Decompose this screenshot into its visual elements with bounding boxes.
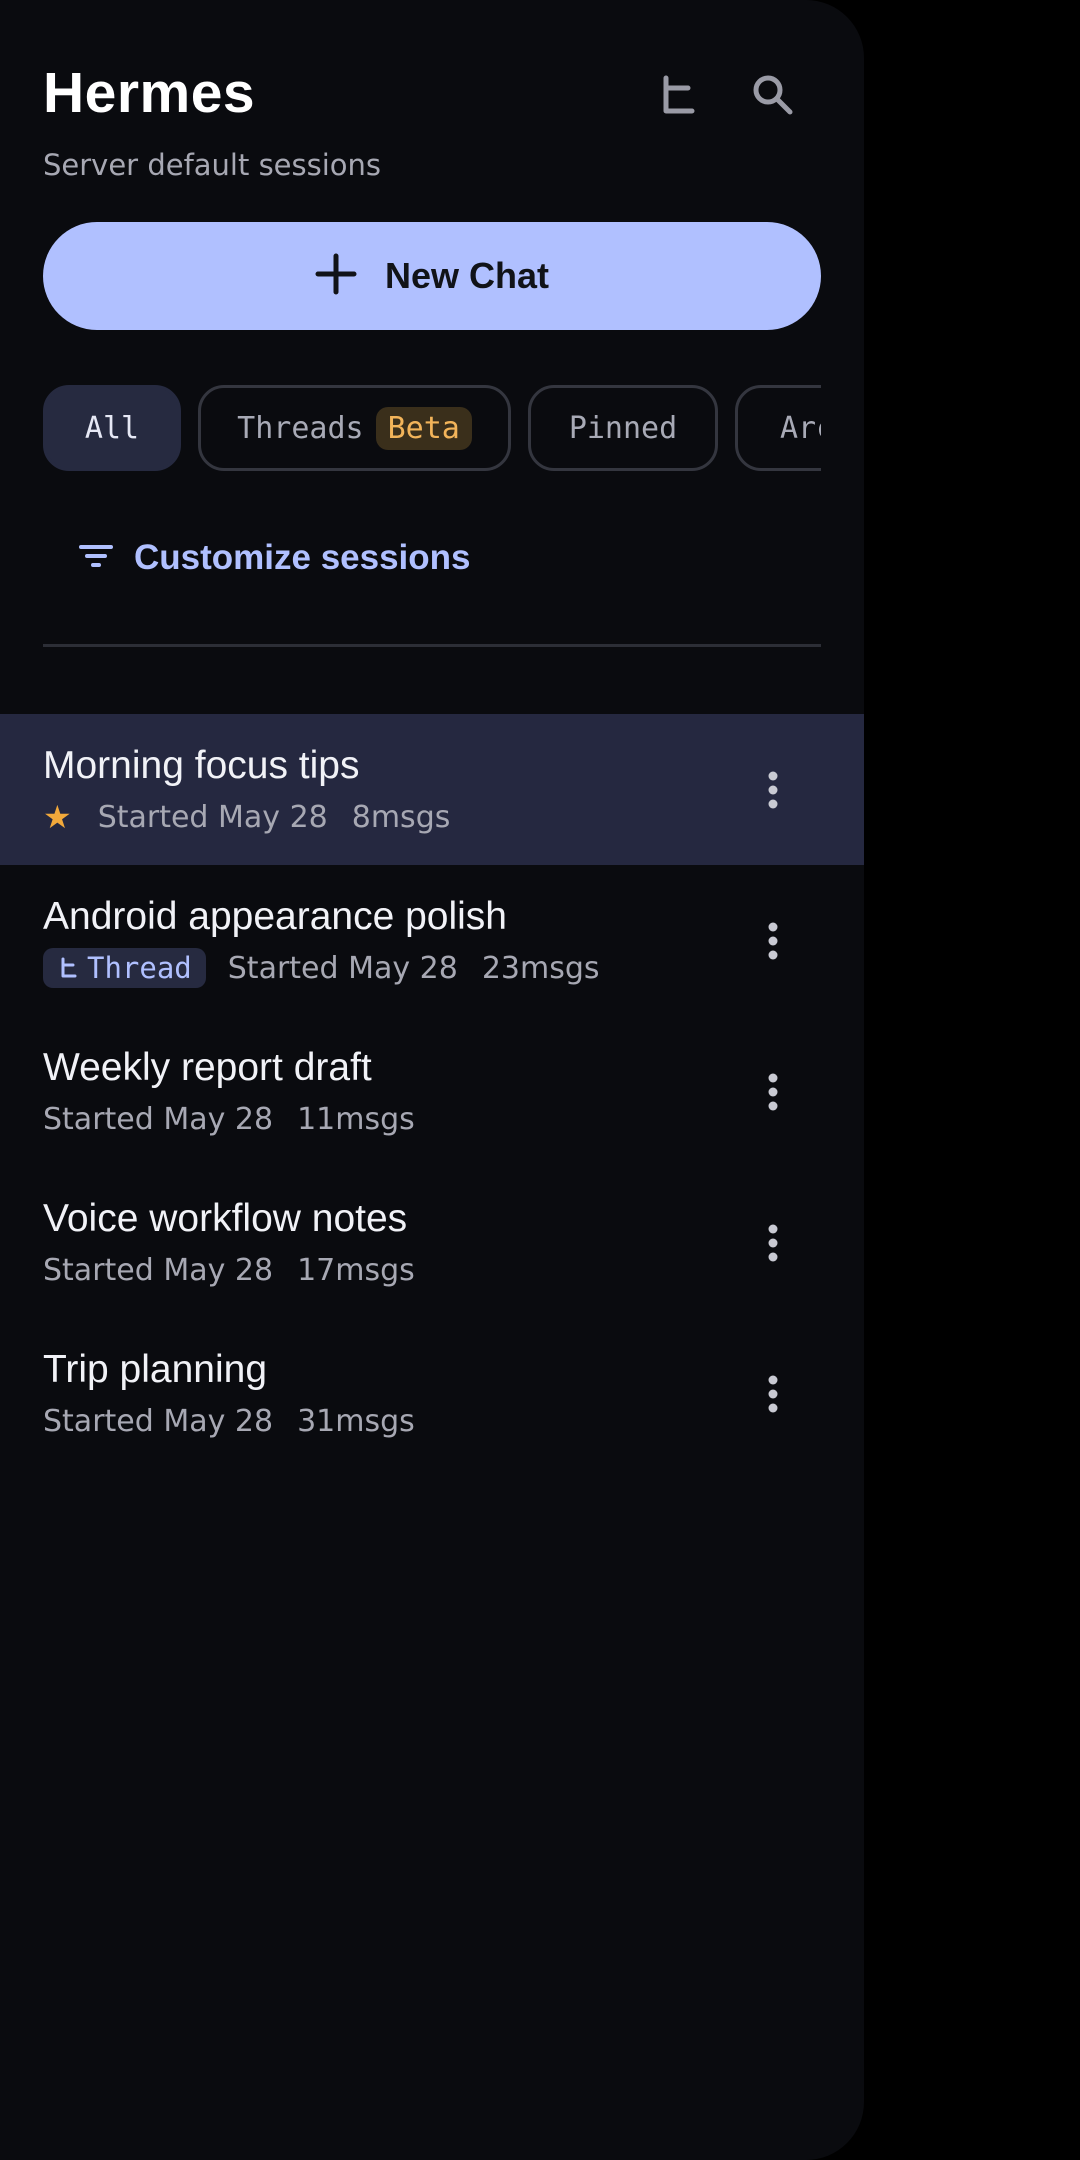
filter-chip-threads-label: Threads [237, 410, 364, 446]
filter-chip-all-label: All [84, 410, 140, 446]
session-item[interactable]: Voice workflow notes Started May 28 17ms… [0, 1167, 864, 1318]
session-started: Started May 28 [43, 1403, 274, 1439]
session-meta: Started May 28 31msgs [43, 1400, 415, 1442]
beta-badge: Beta [375, 406, 472, 450]
filter-chip-archived[interactable]: Arc [735, 385, 821, 471]
new-chat-label: New Chat [384, 255, 550, 296]
filter-chip-threads[interactable]: Threads Beta [198, 385, 511, 471]
session-meta: Started May 28 17msgs [43, 1249, 415, 1291]
divider [43, 644, 821, 647]
session-title: Voice workflow notes [43, 1197, 408, 1240]
session-msg-count: 8msgs [351, 799, 451, 835]
customize-sessions-button[interactable]: Customize sessions [78, 530, 471, 586]
filter-chip-archived-label: Arc [780, 410, 821, 446]
search-icon[interactable] [740, 62, 806, 128]
session-started: Started May 28 [227, 950, 458, 986]
thread-icon [61, 957, 77, 978]
session-msg-count: 23msgs [481, 950, 600, 986]
session-meta: Started May 28 11msgs [43, 1098, 415, 1140]
session-title: Morning focus tips [43, 744, 360, 787]
thread-badge: Thread [43, 948, 206, 988]
session-title: Weekly report draft [43, 1046, 372, 1089]
star-icon: ★ [43, 798, 72, 836]
session-msg-count: 17msgs [297, 1252, 415, 1288]
more-vert-icon[interactable] [747, 1060, 799, 1124]
session-started: Started May 28 [97, 799, 328, 835]
session-started: Started May 28 [43, 1252, 274, 1288]
filter-icon [78, 541, 114, 576]
scrim[interactable] [864, 0, 1080, 2160]
session-item[interactable]: Trip planning Started May 28 31msgs [0, 1318, 864, 1469]
thread-badge-label: Thread [87, 951, 192, 985]
session-msg-count: 11msgs [297, 1101, 415, 1137]
session-title: Trip planning [43, 1348, 268, 1391]
session-title: Android appearance polish [43, 895, 508, 938]
more-vert-icon[interactable] [747, 1362, 799, 1426]
session-msg-count: 31msgs [297, 1403, 415, 1439]
filter-chip-pinned[interactable]: Pinned [528, 385, 718, 471]
more-vert-icon[interactable] [747, 1211, 799, 1275]
new-chat-button[interactable]: New Chat [43, 222, 821, 330]
session-meta: ★ Started May 28 8msgs [43, 796, 450, 838]
session-meta: Thread Started May 28 23msgs [43, 947, 600, 989]
more-vert-icon[interactable] [747, 758, 799, 822]
session-item[interactable]: Android appearance polish Thread Started… [0, 865, 864, 1016]
app-title: Hermes [43, 61, 256, 125]
filter-chip-all[interactable]: All [43, 385, 181, 471]
more-vert-icon[interactable] [747, 909, 799, 973]
session-item[interactable]: Weekly report draft Started May 28 11msg… [0, 1016, 864, 1167]
customize-sessions-label: Customize sessions [134, 538, 471, 577]
session-started: Started May 28 [43, 1101, 274, 1137]
navigation-drawer: Hermes Server default sessions New Chat … [0, 0, 864, 2160]
thread-icon[interactable] [645, 62, 711, 128]
plus-icon [315, 253, 357, 300]
session-item[interactable]: Morning focus tips ★ Started May 28 8msg… [0, 714, 864, 865]
filter-chips: All Threads Beta Pinned Arc [43, 385, 821, 471]
filter-chip-pinned-label: Pinned [568, 410, 678, 446]
app-subtitle: Server default sessions [43, 148, 382, 182]
